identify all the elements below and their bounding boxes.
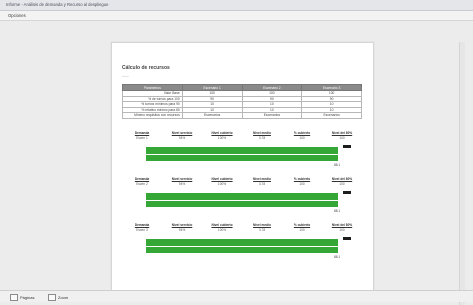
table-cell: Escenarios — [181, 112, 243, 119]
progress-bar-secondary — [146, 201, 338, 207]
block-value: 100 — [339, 182, 345, 186]
window-title: Informe - Análisis de demanda y Recurso … — [6, 2, 109, 7]
bar-value-label: 88.1 — [334, 163, 341, 167]
block-value: 94% — [178, 136, 186, 140]
block-header: Nivel cubierto — [211, 223, 233, 227]
block-header: Nivel medio — [253, 177, 271, 181]
block-header: Nivel del 80% — [331, 131, 353, 135]
pages-button[interactable]: Páginas — [10, 294, 34, 301]
block-value: 3.78 — [258, 182, 266, 186]
status-bar: Páginas Zoom — [0, 290, 473, 302]
vertical-scrollbar[interactable] — [459, 42, 465, 305]
report-subtitle: —— — [122, 74, 129, 78]
block-value: 100 — [299, 228, 305, 232]
bar-marker — [343, 191, 351, 194]
block-header: Demanda — [134, 131, 150, 135]
menu-bar: Opciones — [0, 11, 473, 21]
zoom-button[interactable]: Zoom — [48, 294, 68, 301]
block-value: 100% — [217, 228, 227, 232]
block-value: 100 — [299, 136, 305, 140]
block-header: Nivel servicio — [171, 223, 193, 227]
report-title: Cálculo de recursos — [122, 65, 170, 71]
block-value: 100 — [339, 136, 345, 140]
table-row: Mínimo requisitos con recursos Escenario… — [122, 112, 362, 119]
bar-marker — [343, 237, 351, 240]
block-header: Demanda — [134, 223, 150, 227]
block-value: Escen 1 — [136, 136, 148, 140]
pages-label: Páginas — [20, 295, 35, 300]
block-header: % cubierto — [293, 177, 311, 181]
block-header: Nivel servicio — [171, 131, 193, 135]
zoom-label: Zoom — [58, 295, 69, 300]
progress-bar — [146, 193, 338, 200]
scenario-block: Demanda Escen 3 Nivel servicio 94% Nivel c… — [122, 223, 362, 263]
block-header: % cubierto — [293, 131, 311, 135]
block-value: Escen 2 — [136, 182, 148, 186]
zoom-icon — [48, 294, 56, 301]
scenario-block: Demanda Escen 2 Nivel servicio 94% Nivel c… — [122, 177, 362, 217]
block-value: 94% — [178, 228, 186, 232]
block-value: 100 — [339, 228, 345, 232]
block-header: Demanda — [134, 177, 150, 181]
report-viewer: Cálculo de recursos —— Parámetros Escena… — [4, 21, 469, 305]
bar-marker — [343, 145, 351, 148]
menu-options[interactable]: Opciones — [8, 13, 26, 18]
pages-icon — [10, 294, 18, 301]
block-header: Nivel servicio — [171, 177, 193, 181]
scenario-block: Demanda Escen 1 Nivel servicio 94% Nivel c… — [122, 131, 362, 171]
block-header: Nivel cubierto — [211, 131, 233, 135]
progress-bar-secondary — [146, 155, 338, 161]
resource-table: Parámetros Escenario 1 Escenario 2 Escen… — [122, 84, 362, 119]
block-header: Nivel medio — [253, 131, 271, 135]
table-cell: Mínimo requisitos con recursos — [122, 112, 183, 119]
progress-bar-secondary — [146, 247, 338, 253]
block-value: 100 — [299, 182, 305, 186]
report-page: Cálculo de recursos —— Parámetros Escena… — [111, 42, 374, 296]
block-header: Nivel del 80% — [331, 223, 353, 227]
table-cell: Escenarios — [301, 112, 362, 119]
window-titlebar: Informe - Análisis de demanda y Recurso … — [0, 0, 473, 11]
block-value: 94% — [178, 182, 186, 186]
bar-value-label: 88.1 — [334, 255, 341, 259]
block-value: 100% — [217, 136, 227, 140]
progress-bar — [146, 147, 338, 154]
table-cell: Escenarios — [241, 112, 303, 119]
block-value: 3.78 — [258, 136, 266, 140]
block-value: 3.78 — [258, 228, 266, 232]
block-header: % cubierto — [293, 223, 311, 227]
block-header: Nivel medio — [253, 223, 271, 227]
progress-bar — [146, 239, 338, 246]
block-value: 100% — [217, 182, 227, 186]
block-header: Nivel cubierto — [211, 177, 233, 181]
block-value: Escen 3 — [136, 228, 148, 232]
bar-value-label: 88.1 — [334, 209, 341, 213]
block-header: Nivel del 80% — [331, 177, 353, 181]
